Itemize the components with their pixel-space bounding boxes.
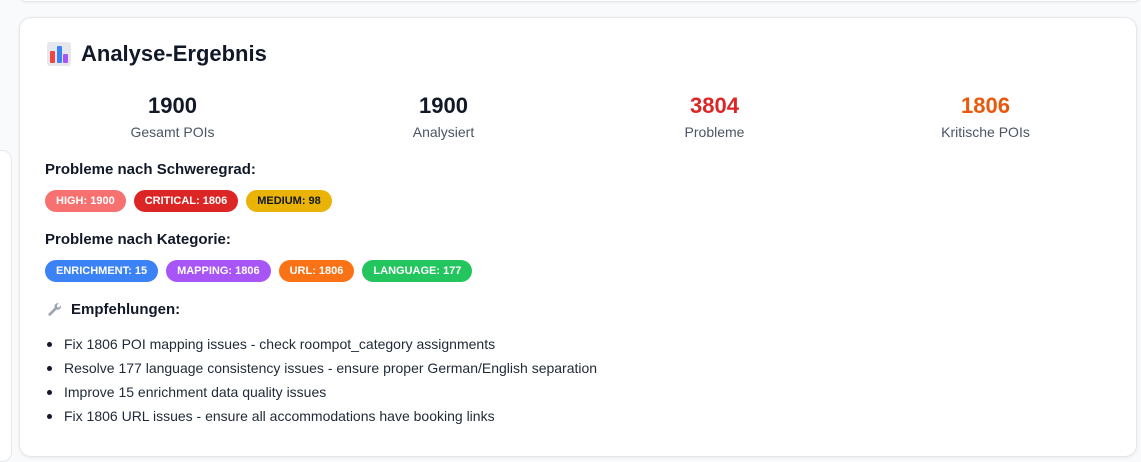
stat-value: 1900 [419, 93, 468, 118]
card-header: Analyse-Ergebnis [47, 41, 267, 67]
severity-heading: Probleme nach Schweregrad: [45, 161, 256, 178]
severity-badge-high: HIGH: 1900 [45, 190, 126, 212]
bar-chart-icon [47, 42, 71, 66]
category-heading: Probleme nach Kategorie: [45, 231, 231, 248]
previous-card [19, 0, 1141, 2]
recommendations-title: Empfehlungen: [71, 301, 181, 318]
category-badge-mapping: MAPPING: 1806 [166, 260, 271, 282]
stat-value: 1900 [148, 93, 197, 118]
stat-label: Probleme [684, 124, 745, 140]
stat-analyzed: 1900 Analysiert [308, 93, 579, 140]
category-badge-url: URL: 1806 [278, 260, 355, 282]
stat-total-pois: 1900 Gesamt POIs [37, 93, 308, 140]
severity-badge-critical: CRITICAL: 1806 [133, 190, 239, 212]
recommendation-item: Fix 1806 POI mapping issues - check room… [45, 332, 597, 356]
card-title: Analyse-Ergebnis [81, 41, 267, 66]
stat-problems: 3804 Probleme [579, 93, 850, 140]
category-badges: ENRICHMENT: 15 MAPPING: 1806 URL: 1806 L… [45, 260, 473, 282]
stat-critical-pois: 1806 Kritische POIs [850, 93, 1121, 140]
recommendation-item: Improve 15 enrichment data quality issue… [45, 380, 597, 404]
severity-badges: HIGH: 1900 CRITICAL: 1806 MEDIUM: 98 [45, 190, 332, 212]
side-panel [0, 150, 12, 462]
recommendation-item: Resolve 177 language consistency issues … [45, 356, 597, 380]
recommendations-list: Fix 1806 POI mapping issues - check room… [45, 332, 597, 428]
category-badge-enrichment: ENRICHMENT: 15 [45, 260, 159, 282]
category-badge-language: LANGUAGE: 177 [362, 260, 473, 282]
wrench-icon [47, 302, 63, 318]
stat-value: 1806 [961, 93, 1010, 118]
stat-label: Analysiert [412, 124, 475, 140]
stat-label: Gesamt POIs [130, 124, 215, 140]
stat-label: Kritische POIs [941, 124, 1030, 140]
recommendation-item: Fix 1806 URL issues - ensure all accommo… [45, 404, 597, 428]
stats-row: 1900 Gesamt POIs 1900 Analysiert 3804 Pr… [37, 93, 1121, 140]
analysis-result-card: Analyse-Ergebnis 1900 Gesamt POIs 1900 A… [19, 17, 1137, 457]
recommendations-header: Empfehlungen: [47, 301, 180, 318]
severity-badge-medium: MEDIUM: 98 [246, 190, 332, 212]
stat-value: 3804 [690, 93, 739, 118]
